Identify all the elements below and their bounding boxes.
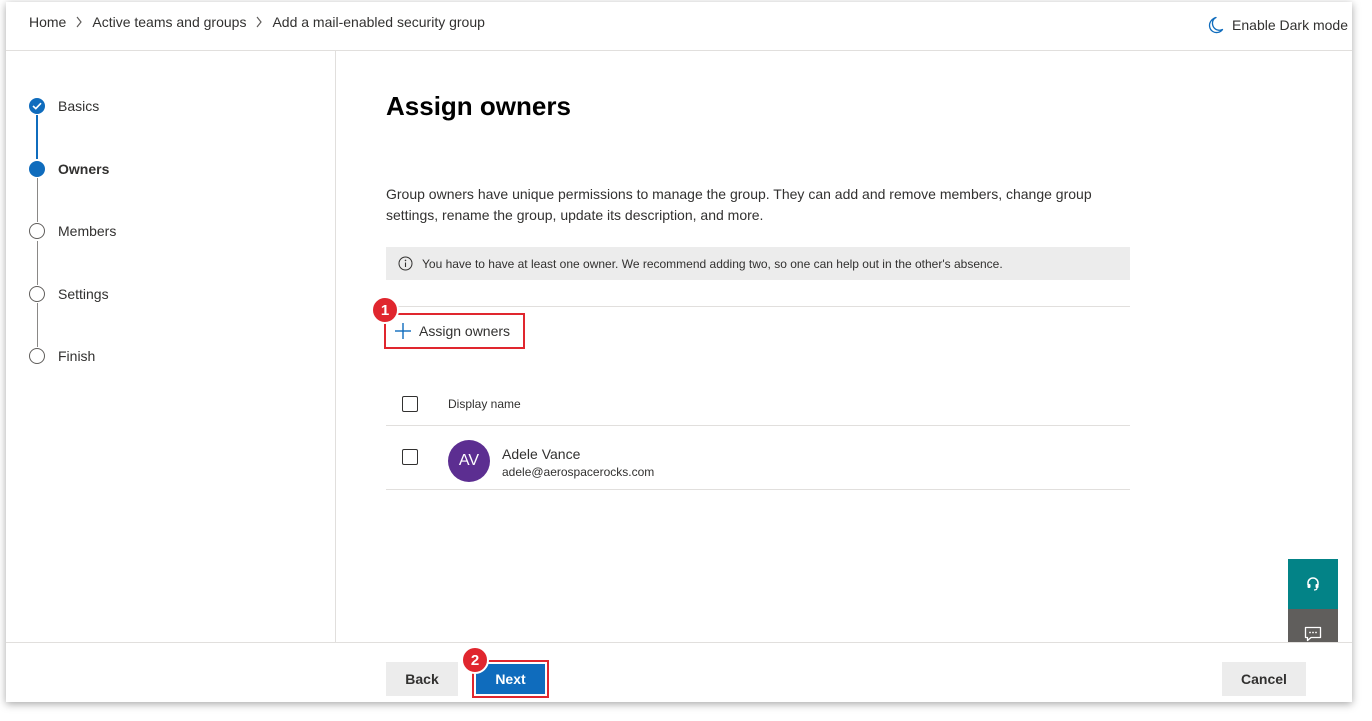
page-description: Group owners have unique permissions to … — [386, 186, 1092, 223]
chevron-right-icon — [66, 14, 92, 30]
header: Home Active teams and groups Add a mail-… — [6, 2, 1352, 51]
back-button[interactable]: Back — [386, 662, 458, 696]
headset-icon — [1307, 577, 1319, 591]
chevron-right-icon — [246, 14, 272, 30]
row-checkbox[interactable] — [402, 449, 418, 465]
annotation-badge-2: 2 — [461, 646, 489, 674]
table-row-divider — [386, 489, 1130, 490]
info-message-bar: You have to have at least one owner. We … — [386, 247, 1130, 280]
breadcrumb-current: Add a mail-enabled security group — [272, 14, 485, 30]
breadcrumb: Home Active teams and groups Add a mail-… — [29, 14, 485, 30]
step-label: Settings — [58, 286, 109, 302]
step-owners[interactable]: Owners — [29, 161, 109, 177]
step-connector — [36, 115, 38, 159]
cancel-button[interactable]: Cancel — [1222, 662, 1306, 696]
avatar: AV — [448, 440, 490, 482]
next-button[interactable]: Next — [476, 664, 545, 694]
help-button[interactable] — [1288, 559, 1338, 609]
divider — [386, 306, 1130, 307]
step-connector — [37, 178, 38, 222]
assign-owners-label: Assign owners — [419, 323, 511, 339]
owner-email: adele@aerospacerocks.com — [502, 465, 655, 479]
step-members[interactable]: Members — [29, 223, 116, 239]
step-finish[interactable]: Finish — [29, 348, 95, 364]
empty-step-circle-icon — [29, 348, 45, 364]
plus-icon — [395, 323, 411, 339]
assign-owners-button[interactable]: Assign owners — [384, 313, 525, 349]
select-all-checkbox[interactable] — [402, 396, 418, 412]
dark-mode-toggle[interactable]: Enable Dark mode — [1208, 16, 1348, 34]
current-step-dot-icon — [29, 161, 45, 177]
step-settings[interactable]: Settings — [29, 286, 109, 302]
step-label: Finish — [58, 348, 96, 364]
checkmark-icon — [29, 98, 45, 114]
step-label: Members — [58, 223, 117, 239]
empty-step-circle-icon — [29, 286, 45, 302]
app-window: Home Active teams and groups Add a mail-… — [6, 2, 1352, 702]
page-title: Assign owners — [386, 91, 571, 121]
info-icon — [398, 256, 413, 271]
step-connector — [37, 303, 38, 347]
empty-step-circle-icon — [29, 223, 45, 239]
step-basics[interactable]: Basics — [29, 98, 99, 114]
info-message-text: You have to have at least one owner. We … — [422, 256, 1003, 271]
feedback-icon — [1304, 626, 1322, 642]
wizard-steps: Basics Owners Members Settings Finish — [6, 51, 336, 642]
breadcrumb-active-teams[interactable]: Active teams and groups — [92, 14, 246, 30]
step-label: Owners — [58, 161, 110, 177]
annotation-badge-1: 1 — [371, 296, 399, 324]
column-header-display-name[interactable]: Display name — [448, 397, 521, 411]
dark-mode-label: Enable Dark mode — [1232, 17, 1348, 33]
step-connector — [37, 241, 38, 285]
footer: Back Next 2 Cancel — [6, 642, 1352, 702]
owner-display-name: Adele Vance — [502, 446, 581, 462]
step-label: Basics — [58, 98, 100, 114]
breadcrumb-home[interactable]: Home — [29, 14, 66, 30]
moon-icon — [1208, 16, 1224, 34]
table-header-divider — [386, 425, 1130, 426]
